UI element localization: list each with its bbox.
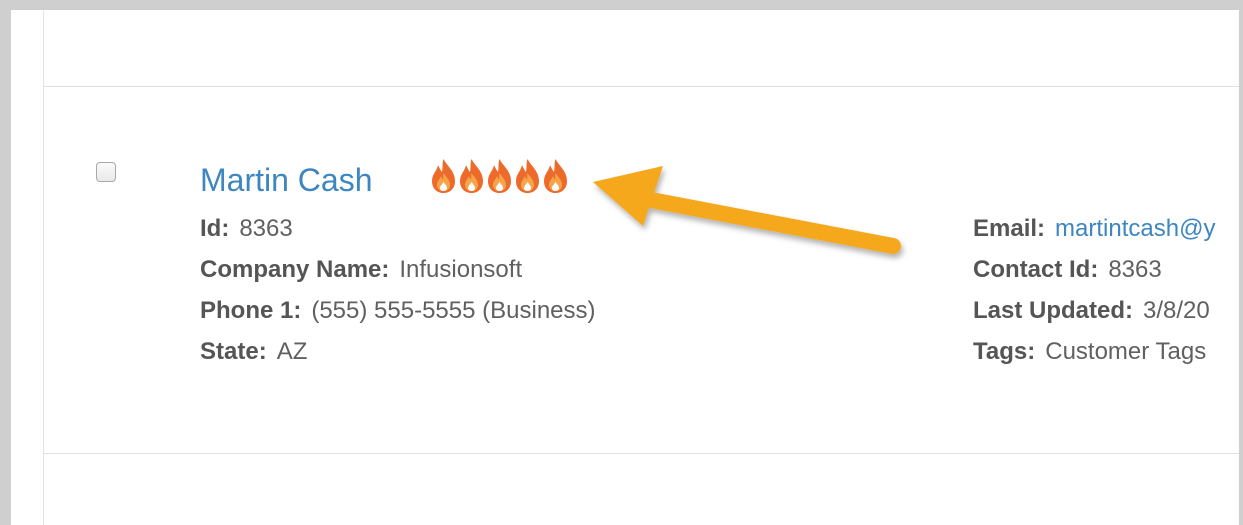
field-state: State: AZ xyxy=(200,337,307,367)
field-contact-id-value: 8363 xyxy=(1108,256,1162,283)
field-last-updated-value: 3/8/20 xyxy=(1143,297,1210,324)
flame-icon xyxy=(488,159,511,193)
field-contact-id: Contact Id: 8363 xyxy=(973,255,1162,285)
field-id-label: Id: xyxy=(200,215,230,242)
outer-border-left xyxy=(0,0,11,525)
field-id-value: 8363 xyxy=(239,215,293,242)
panel-gutter-line xyxy=(43,10,44,525)
field-company-name: Company Name: Infusionsoft xyxy=(200,255,522,285)
contact-list-panel: Martin Cash Id: 8363 Company Name: Infus… xyxy=(11,10,1239,525)
field-phone-value: (555) 555-5555 (Business) xyxy=(311,297,596,324)
field-last-updated: Last Updated: 3/8/20 xyxy=(973,296,1210,326)
arrow-icon xyxy=(593,166,901,254)
field-phone: Phone 1: (555) 555-5555 (Business) xyxy=(200,296,596,326)
flame-icon xyxy=(432,159,455,193)
field-company-name-label: Company Name: xyxy=(200,256,390,283)
field-email-label: Email: xyxy=(973,215,1046,242)
field-contact-id-label: Contact Id: xyxy=(973,256,1099,283)
field-tags-label: Tags: xyxy=(973,338,1036,365)
field-state-label: State: xyxy=(200,338,267,365)
email-link[interactable]: martintcash@y xyxy=(1055,215,1215,242)
field-tags: Tags: Customer Tags xyxy=(973,337,1206,367)
row-divider-top xyxy=(43,86,1239,87)
outer-border-top xyxy=(0,0,1243,10)
flame-icon xyxy=(460,159,483,193)
screenshot-frame: Martin Cash Id: 8363 Company Name: Infus… xyxy=(0,0,1243,525)
flame-icon xyxy=(516,159,539,193)
field-email: Email: martintcash@y xyxy=(973,214,1215,244)
row-divider-bottom xyxy=(43,453,1239,454)
field-company-name-value: Infusionsoft xyxy=(399,256,523,283)
field-state-value: AZ xyxy=(276,338,308,365)
flame-icon xyxy=(544,159,567,193)
lead-score-rating xyxy=(430,158,569,196)
field-id: Id: 8363 xyxy=(200,214,293,244)
field-phone-label: Phone 1: xyxy=(200,297,302,324)
select-contact-checkbox[interactable] xyxy=(96,162,116,182)
field-tags-value: Customer Tags xyxy=(1045,338,1207,365)
outer-border-right xyxy=(1239,0,1243,525)
contact-name-link[interactable]: Martin Cash xyxy=(200,160,373,200)
field-last-updated-label: Last Updated: xyxy=(973,297,1134,324)
